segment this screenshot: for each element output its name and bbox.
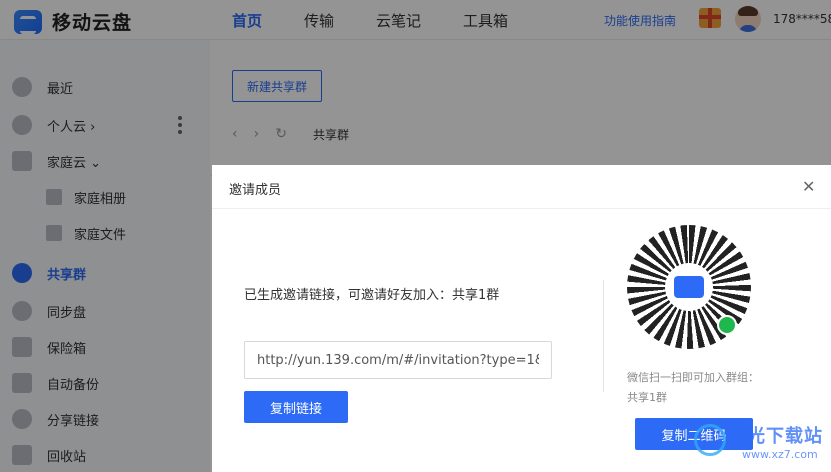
invite-message: 已生成邀请链接，可邀请好友加入：共享1群 <box>244 288 500 303</box>
wechat-miniprogram-icon <box>717 315 737 335</box>
watermark-text: 极光下载站 <box>728 426 823 447</box>
invite-link-field[interactable] <box>244 341 552 379</box>
watermark-logo-icon <box>694 424 726 456</box>
qr-caption-group-name: 共享1群 <box>627 391 667 404</box>
copy-link-button[interactable]: 复制链接 <box>244 391 348 423</box>
cloud-logo-icon <box>674 276 704 298</box>
close-icon[interactable]: ✕ <box>802 179 815 195</box>
qr-code <box>627 225 751 349</box>
qr-caption: 微信扫一扫即可加入群组： 共享1群 <box>627 368 797 408</box>
qr-center <box>665 263 713 311</box>
vertical-divider <box>603 280 604 392</box>
dialog-title: 邀请成员 <box>229 183 282 198</box>
qr-caption-line1: 微信扫一扫即可加入群组： <box>627 371 759 384</box>
dialog-divider <box>212 208 831 209</box>
watermark-url: www.xz7.com <box>742 448 818 461</box>
site-watermark: 极光下载站 www.xz7.com <box>686 420 826 468</box>
